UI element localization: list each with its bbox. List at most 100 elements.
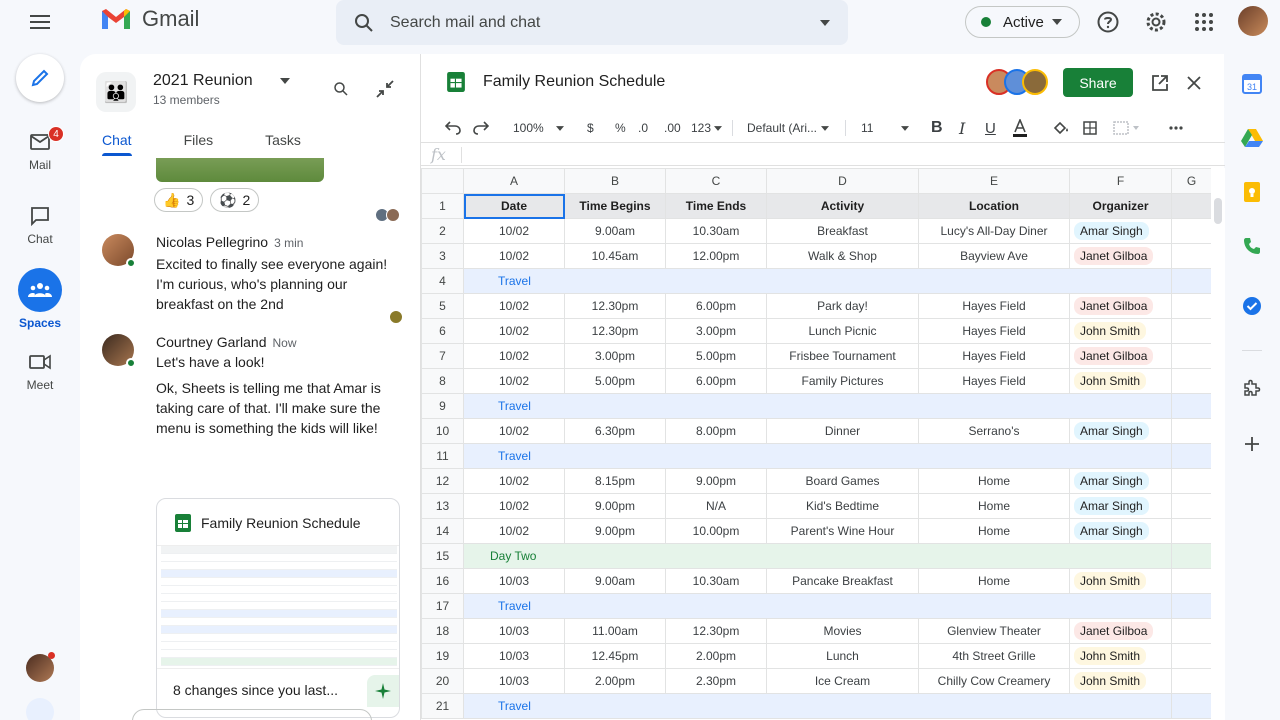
settings-icon[interactable] [1142,8,1170,36]
gmail-logo[interactable]: Gmail [100,6,199,32]
band-label-cell[interactable]: Day Two [463,543,1172,569]
empty-cell[interactable] [1171,368,1212,394]
fill-color-icon[interactable] [1053,118,1069,138]
cell[interactable]: 10.30am [665,568,767,594]
row-number[interactable]: 4 [421,268,464,294]
empty-cell[interactable] [1171,318,1212,344]
cell[interactable]: 5.00pm [665,343,767,369]
cell[interactable]: Walk & Shop [766,243,919,269]
band-label-cell[interactable]: Travel [463,393,1172,419]
cell[interactable]: Home [918,493,1070,519]
cell[interactable]: 6.00pm [665,368,767,394]
compose-button[interactable] [16,54,64,102]
spreadsheet-grid[interactable]: ABCDEFG 1 Date Time Begins Time Ends Activit… [421,168,1212,719]
cell[interactable]: Dinner [766,418,919,444]
cell[interactable]: 9.00pm [564,518,666,544]
person-chip[interactable]: John Smith [1074,647,1147,665]
person-chip[interactable]: Janet Gilboa [1074,297,1154,315]
row-number[interactable]: 7 [421,343,464,369]
merge-cells-icon[interactable] [1113,118,1143,138]
cell[interactable]: Chilly Cow Creamery [918,668,1070,694]
cell[interactable]: 9.00pm [665,468,767,494]
cell[interactable]: Bayview Ave [918,243,1070,269]
empty-cell[interactable] [1171,443,1212,469]
search-icon[interactable] [332,80,350,98]
rail-item-chat[interactable]: Chat [0,204,80,246]
person-chip[interactable]: John Smith [1074,572,1147,590]
row-number[interactable]: 19 [421,643,464,669]
account-avatar[interactable] [1238,6,1268,36]
cell[interactable]: 10/02 [463,368,565,394]
cell[interactable]: 10/03 [463,568,565,594]
organizer-cell[interactable]: John Smith [1069,668,1172,694]
reaction-soccer[interactable]: ⚽ 2 [210,188,260,212]
organizer-cell[interactable]: Janet Gilboa [1069,343,1172,369]
person-chip[interactable]: John Smith [1074,322,1147,340]
cell[interactable]: 10/02 [463,218,565,244]
cell[interactable]: 2.30pm [665,668,767,694]
row-number[interactable]: 14 [421,518,464,544]
organizer-cell[interactable]: Amar Singh [1069,418,1172,444]
vertical-scrollbar[interactable] [1211,168,1225,720]
empty-cell[interactable] [1171,668,1212,694]
column-header[interactable]: G [1171,168,1212,194]
main-menu-icon[interactable] [24,8,56,36]
empty-cell[interactable] [1171,643,1212,669]
band-label-cell[interactable]: Travel [463,443,1172,469]
open-in-new-icon[interactable] [1149,72,1171,94]
rail-item-mail[interactable]: 4 Mail [0,126,80,172]
cell[interactable]: 12.00pm [665,243,767,269]
person-chip[interactable]: Janet Gilboa [1074,347,1154,365]
help-icon[interactable] [1094,8,1122,36]
cell[interactable]: 6.30pm [564,418,666,444]
keep-icon[interactable] [1240,180,1264,204]
row-number[interactable]: 16 [421,568,464,594]
cell[interactable]: Park day! [766,293,919,319]
cell[interactable]: Home [918,468,1070,494]
cell[interactable]: 6.00pm [665,293,767,319]
organizer-cell[interactable]: John Smith [1069,643,1172,669]
status-selector[interactable]: Active [965,6,1080,38]
person-chip[interactable]: Janet Gilboa [1074,247,1154,265]
cell[interactable]: Parent's Wine Hour [766,518,919,544]
redo-icon[interactable] [473,118,489,138]
borders-icon[interactable] [1083,118,1097,138]
empty-cell[interactable] [1171,618,1212,644]
empty-cell[interactable] [1171,293,1212,319]
organizer-cell[interactable]: Amar Singh [1069,518,1172,544]
empty-cell[interactable] [1171,418,1212,444]
cell[interactable]: 9.00am [564,218,666,244]
cell[interactable]: Serrano's [918,418,1070,444]
cell[interactable]: Pancake Breakfast [766,568,919,594]
drive-icon[interactable] [1240,126,1264,150]
underline-icon[interactable]: U [985,118,996,138]
font-select[interactable]: Default (Ari... [747,118,830,138]
rail-item-spaces[interactable]: Spaces [0,268,80,330]
cell[interactable]: 10/03 [463,668,565,694]
organizer-cell[interactable]: Janet Gilboa [1069,243,1172,269]
row-number[interactable]: 17 [421,593,464,619]
empty-cell[interactable] [1171,543,1212,569]
cell[interactable]: Family Pictures [766,368,919,394]
empty-cell[interactable] [1171,468,1212,494]
column-header[interactable]: B [564,168,666,194]
collapse-icon[interactable] [376,80,394,98]
scrollbar-thumb[interactable] [1214,198,1222,224]
cell[interactable]: Hayes Field [918,343,1070,369]
cell[interactable]: 10/02 [463,418,565,444]
search-options-icon[interactable] [820,19,830,26]
person-chip[interactable]: Amar Singh [1074,522,1149,540]
cell[interactable]: N/A [665,493,767,519]
empty-cell[interactable] [1171,593,1212,619]
search-placeholder[interactable]: Search mail and chat [390,14,820,32]
cell[interactable]: Board Games [766,468,919,494]
row-number[interactable]: 9 [421,393,464,419]
header-cell[interactable]: Time Begins [564,193,666,219]
sparkle-icon[interactable] [367,675,399,707]
column-header[interactable]: F [1069,168,1172,194]
row-number[interactable]: 18 [421,618,464,644]
cell[interactable]: 9.00am [564,568,666,594]
cell[interactable]: 12.30pm [564,293,666,319]
reaction-thumbs-up[interactable]: 👍 3 [154,188,204,212]
sheet-title[interactable]: Family Reunion Schedule [483,73,665,91]
